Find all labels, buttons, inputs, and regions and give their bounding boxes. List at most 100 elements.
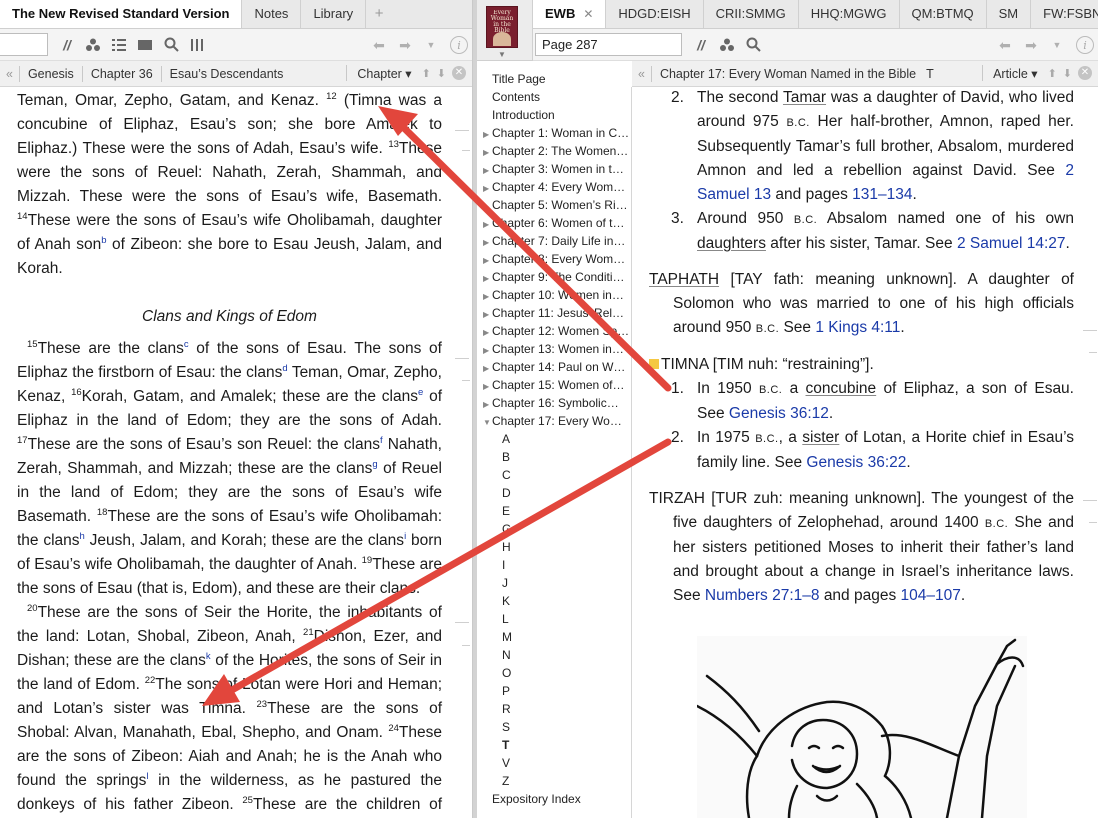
back-arrow-icon[interactable]: ⬅ [366, 33, 392, 57]
close-icon[interactable]: ✕ [1078, 66, 1092, 80]
add-tab-button[interactable]: + [366, 0, 392, 28]
book-cover-thumbnail[interactable]: Every Woman in the Bible [486, 6, 518, 48]
next-arrow-icon[interactable]: ⬇ [1063, 67, 1072, 80]
toc-letter[interactable]: E [477, 502, 631, 520]
toc-letter[interactable]: J [477, 574, 631, 592]
footnote-marker[interactable]: c [184, 339, 189, 350]
toc-chapter[interactable]: ▶ Chapter 6: Women of t… [477, 214, 631, 232]
tab-qm[interactable]: QM:BTMQ [900, 0, 987, 28]
tab-hdgd[interactable]: HDGD:EISH [606, 0, 704, 28]
toc-contents[interactable]: Contents [477, 88, 631, 106]
toc-chapter[interactable]: ▶ Chapter 13: Women in… [477, 340, 631, 358]
breadcrumb-section[interactable]: Esau’s Descendants [162, 67, 292, 81]
info-icon[interactable]: i [1076, 36, 1094, 54]
toc-letter[interactable]: K [477, 592, 631, 610]
collapse-chevron-icon[interactable]: « [632, 67, 651, 81]
toc-expository-index[interactable]: Expository Index [477, 790, 631, 808]
search-icon[interactable] [740, 33, 766, 57]
expanded-triangle-icon[interactable]: ▼ [483, 414, 492, 430]
toc-letter[interactable]: S [477, 718, 631, 736]
footnote-marker[interactable]: g [372, 459, 377, 470]
previous-arrow-icon[interactable]: ⬆ [422, 67, 431, 80]
scripture-link[interactable]: 2 Samuel 14:27 [957, 235, 1066, 252]
scripture-link[interactable]: Genesis 36:12 [729, 405, 829, 422]
underlined-term[interactable]: sister [802, 429, 839, 446]
toc-chapter[interactable]: ▶ Chapter 4: Every Wom… [477, 178, 631, 196]
history-dropdown-icon[interactable]: ▼ [418, 33, 444, 57]
reference-input[interactable] [535, 33, 682, 56]
toc-letter[interactable]: T [477, 736, 631, 754]
collapsed-triangle-icon[interactable]: ▶ [483, 288, 492, 304]
breadcrumb-book[interactable]: Genesis [20, 67, 82, 81]
breadcrumb-chapter[interactable]: Chapter 36 [83, 67, 161, 81]
collapsed-triangle-icon[interactable]: ▶ [483, 378, 492, 394]
toc-letter[interactable]: Z [477, 772, 631, 790]
cover-dropdown-icon[interactable]: ▼ [498, 50, 506, 59]
collapse-chevron-icon[interactable]: « [0, 67, 19, 81]
toc-chapter[interactable]: ▶ Chapter 1: Woman in C… [477, 124, 631, 142]
forward-arrow-icon[interactable]: ➡ [392, 33, 418, 57]
visual-filter-icon[interactable] [714, 33, 740, 57]
toc-letter[interactable]: R [477, 700, 631, 718]
collapsed-triangle-icon[interactable]: ▶ [483, 324, 492, 340]
toc-letter[interactable]: B [477, 448, 631, 466]
toc-letter[interactable]: C [477, 466, 631, 484]
search-icon[interactable] [158, 33, 184, 57]
previous-arrow-icon[interactable]: ⬆ [1048, 67, 1057, 80]
collapsed-triangle-icon[interactable]: ▶ [483, 234, 492, 250]
tab-sm[interactable]: SM [987, 0, 1032, 28]
toc-chapter[interactable]: ▶ Chapter 5: Women’s Ri… [477, 196, 631, 214]
history-dropdown-icon[interactable]: ▼ [1044, 33, 1070, 57]
chapter-menu-button[interactable]: Chapter ▾ [353, 66, 415, 81]
info-icon[interactable]: i [450, 36, 468, 54]
collapsed-triangle-icon[interactable]: ▶ [483, 126, 492, 142]
collapsed-triangle-icon[interactable]: ▶ [483, 198, 492, 214]
footnote-marker[interactable]: h [80, 531, 85, 542]
toc-chapter[interactable]: ▼Chapter 17: Every Wo… [477, 412, 631, 430]
footnote-marker[interactable]: d [282, 363, 287, 374]
underlined-term[interactable]: Tamar [783, 89, 826, 106]
tab-hhq[interactable]: HHQ:MGWG [799, 0, 900, 28]
toc-letter[interactable]: O [477, 664, 631, 682]
toc-letter[interactable]: G [477, 520, 631, 538]
toc-letter[interactable]: P [477, 682, 631, 700]
footnote-marker[interactable]: e [418, 387, 423, 398]
tab-library[interactable]: Library [301, 0, 367, 28]
close-icon[interactable]: ✕ [452, 66, 466, 80]
footnote-marker[interactable]: i [404, 531, 406, 542]
toc-chapter[interactable]: ▶ Chapter 7: Daily Life in… [477, 232, 631, 250]
toc-letter[interactable]: V [477, 754, 631, 772]
toc-letter[interactable]: H [477, 538, 631, 556]
tab-notes[interactable]: Notes [242, 0, 302, 28]
footnote-marker[interactable]: k [206, 651, 211, 662]
toc-chapter[interactable]: ▶ Chapter 11: Jesus’ Rel… [477, 304, 631, 322]
toc-letter[interactable]: N [477, 646, 631, 664]
toc-chapter[interactable]: ▶ Chapter 8: Every Wom… [477, 250, 631, 268]
parallel-icon[interactable]: // [54, 33, 80, 57]
scripture-link[interactable]: Numbers 27:1–8 [705, 587, 820, 604]
toc-letter[interactable]: D [477, 484, 631, 502]
toc-chapter[interactable]: ▶ Chapter 9: The Conditi… [477, 268, 631, 286]
reference-input[interactable] [0, 33, 48, 56]
collapsed-triangle-icon[interactable]: ▶ [483, 360, 492, 376]
tab-ewb[interactable]: EWB ✕ [533, 0, 607, 28]
page-link[interactable]: 104–107 [901, 587, 961, 604]
toc-letter[interactable]: M [477, 628, 631, 646]
footnote-marker[interactable]: l [146, 771, 148, 782]
tab-nrsv[interactable]: The New Revised Standard Version [0, 0, 243, 28]
visual-filter-icon[interactable] [80, 33, 106, 57]
next-arrow-icon[interactable]: ⬇ [437, 67, 446, 80]
collapsed-triangle-icon[interactable]: ▶ [483, 306, 492, 322]
toc-chapter[interactable]: ▶ Chapter 15: Women of… [477, 376, 631, 394]
columns-icon[interactable] [184, 33, 210, 57]
toc-letter[interactable]: I [477, 556, 631, 574]
panel-menu-icon[interactable] [132, 33, 158, 57]
collapsed-triangle-icon[interactable]: ▶ [483, 180, 492, 196]
forward-arrow-icon[interactable]: ➡ [1018, 33, 1044, 57]
page-link[interactable]: 131–134 [852, 186, 912, 203]
toc-letter[interactable]: A [477, 430, 631, 448]
collapsed-triangle-icon[interactable]: ▶ [483, 252, 492, 268]
scripture-link[interactable]: Genesis 36:22 [806, 454, 906, 471]
tab-crii[interactable]: CRII:SMMG [704, 0, 799, 28]
toc-letter[interactable]: L [477, 610, 631, 628]
